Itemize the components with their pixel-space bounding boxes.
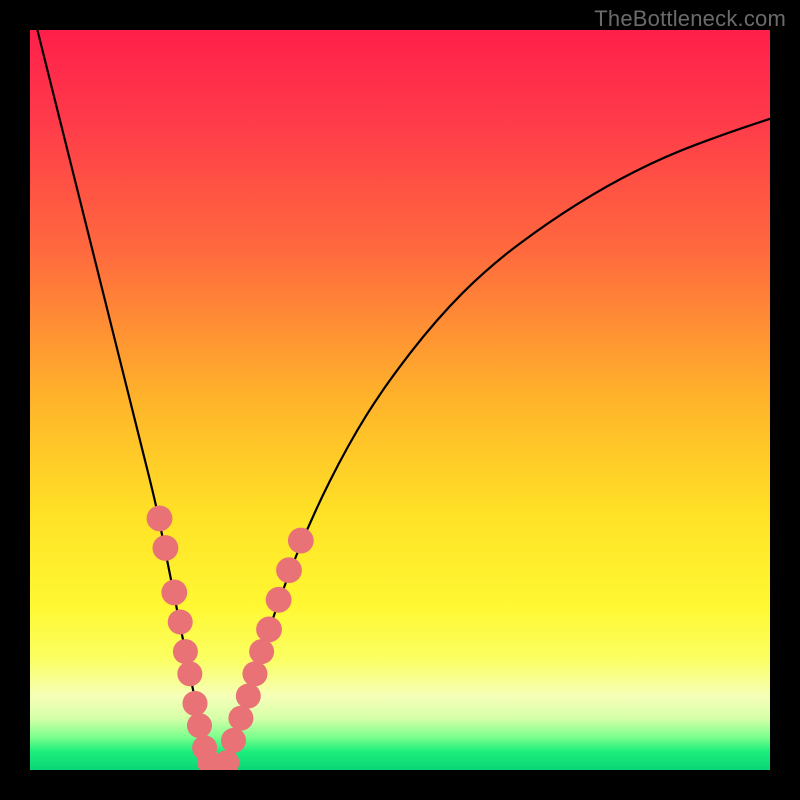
marker-dot: [228, 706, 253, 731]
marker-dot: [236, 683, 261, 708]
marker-dot: [266, 587, 292, 613]
curve-layer: [30, 30, 770, 770]
marker-dot: [288, 528, 314, 554]
marker-dot: [214, 750, 239, 770]
marker-dot: [256, 616, 282, 642]
watermark-text: TheBottleneck.com: [594, 6, 786, 32]
curve-markers: [147, 505, 314, 770]
marker-dot: [161, 579, 187, 605]
bottleneck-curve: [37, 30, 770, 766]
marker-dot: [147, 505, 173, 531]
plot-area: [30, 30, 770, 770]
marker-dot: [153, 535, 179, 561]
marker-dot: [249, 639, 274, 664]
marker-dot: [221, 728, 246, 753]
marker-dot: [187, 713, 212, 738]
marker-dot: [183, 691, 208, 716]
marker-dot: [173, 639, 198, 664]
marker-dot: [168, 609, 193, 634]
marker-dot: [276, 557, 302, 583]
outer-frame: TheBottleneck.com: [0, 0, 800, 800]
marker-dot: [177, 661, 202, 686]
marker-dot: [242, 661, 267, 686]
